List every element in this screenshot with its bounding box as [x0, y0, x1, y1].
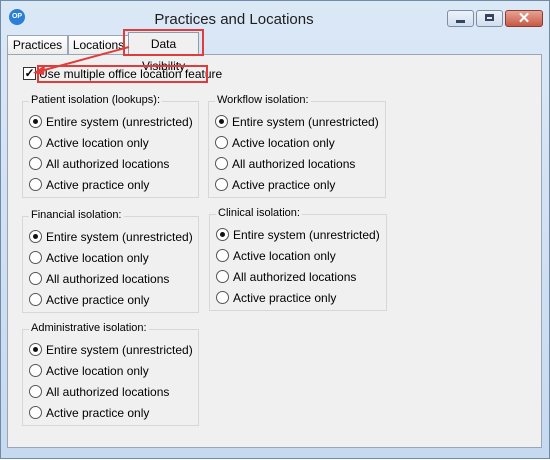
radio-button[interactable]	[29, 230, 42, 243]
close-button[interactable]: ✕	[505, 10, 543, 27]
radio-label[interactable]: Entire system (unrestricted)	[233, 227, 380, 243]
radio-button[interactable]	[216, 249, 229, 262]
radio-label[interactable]: Entire system (unrestricted)	[46, 342, 193, 358]
group-clinical-isolation: Clinical isolation: Entire system (unrest…	[209, 207, 387, 311]
radio-label[interactable]: Active practice only	[46, 292, 149, 308]
radio-button[interactable]	[29, 115, 42, 128]
radio-label[interactable]: Active location only	[46, 363, 149, 379]
radio-label[interactable]: All authorized locations	[232, 156, 355, 172]
maximize-icon	[485, 14, 494, 21]
radio-label[interactable]: Active practice only	[233, 290, 336, 306]
group-administrative-isolation: Administrative isolation: Entire system (…	[22, 322, 199, 426]
radio-label[interactable]: Active location only	[233, 248, 336, 264]
radio-label[interactable]: Active practice only	[46, 177, 149, 193]
radio-button[interactable]	[215, 157, 228, 170]
radio-button[interactable]	[29, 406, 42, 419]
radio-button[interactable]	[215, 136, 228, 149]
window-title: Practices and Locations	[154, 11, 314, 28]
radio-label[interactable]: All authorized locations	[46, 384, 169, 400]
radio-label[interactable]: Active location only	[46, 250, 149, 266]
radio-label[interactable]: Active location only	[232, 135, 335, 151]
radio-button[interactable]	[216, 228, 229, 241]
radio-button[interactable]	[216, 270, 229, 283]
radio-button[interactable]	[215, 178, 228, 191]
radio-label[interactable]: All authorized locations	[46, 156, 169, 172]
multi-location-checkbox[interactable]: ✓	[23, 67, 36, 80]
group-financial-isolation: Financial isolation: Entire system (unres…	[22, 209, 199, 313]
minimize-icon	[456, 20, 465, 23]
group-title: Patient isolation (lookups):	[29, 94, 163, 106]
group-patient-isolation: Patient isolation (lookups): Entire syste…	[22, 94, 199, 198]
multi-location-highlight-box	[37, 65, 208, 83]
group-title: Clinical isolation:	[216, 207, 302, 219]
group-workflow-isolation: Workflow isolation: Entire system (unrest…	[208, 94, 386, 198]
radio-button[interactable]	[29, 293, 42, 306]
radio-button[interactable]	[29, 343, 42, 356]
radio-label[interactable]: Active location only	[46, 135, 149, 151]
radio-label[interactable]: All authorized locations	[46, 271, 169, 287]
radio-label[interactable]: Entire system (unrestricted)	[46, 229, 193, 245]
radio-button[interactable]	[29, 364, 42, 377]
radio-label[interactable]: Entire system (unrestricted)	[46, 114, 193, 130]
radio-label[interactable]: Active practice only	[46, 405, 149, 421]
tab-highlight-box	[123, 29, 204, 56]
title-bar[interactable]: OP Practices and Locations ✕	[1, 1, 549, 31]
radio-button[interactable]	[29, 251, 42, 264]
radio-button[interactable]	[29, 157, 42, 170]
radio-button[interactable]	[29, 272, 42, 285]
close-icon: ✕	[517, 10, 531, 27]
radio-label[interactable]: All authorized locations	[233, 269, 356, 285]
radio-button[interactable]	[215, 115, 228, 128]
group-title: Financial isolation:	[29, 209, 124, 221]
window: OP Practices and Locations ✕ Practices L…	[0, 0, 550, 459]
radio-label[interactable]: Active practice only	[232, 177, 335, 193]
minimize-button[interactable]	[447, 10, 474, 27]
radio-button[interactable]	[29, 385, 42, 398]
tab-practices[interactable]: Practices	[7, 35, 68, 54]
group-title: Administrative isolation:	[29, 322, 149, 334]
maximize-button[interactable]	[476, 10, 503, 27]
radio-button[interactable]	[216, 291, 229, 304]
radio-button[interactable]	[29, 136, 42, 149]
tab-locations[interactable]: Locations	[68, 35, 129, 54]
radio-label[interactable]: Entire system (unrestricted)	[232, 114, 379, 130]
group-title: Workflow isolation:	[215, 94, 311, 106]
radio-button[interactable]	[29, 178, 42, 191]
